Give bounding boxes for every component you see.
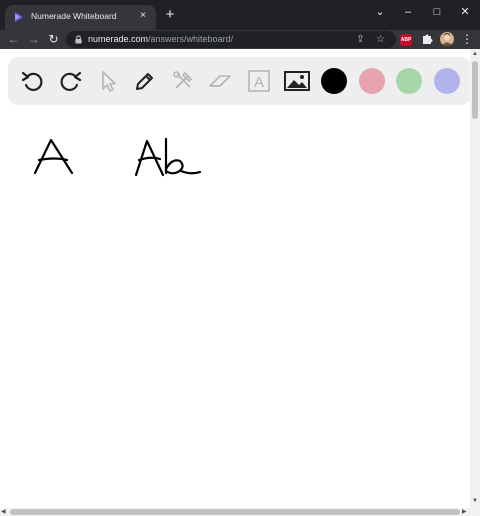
new-tab-button[interactable]: + xyxy=(162,7,178,24)
redo-button[interactable] xyxy=(56,67,84,95)
text-tool-button[interactable]: A xyxy=(245,67,273,95)
tab-title: Numerade Whiteboard xyxy=(31,11,117,21)
whiteboard-page: A xyxy=(0,49,471,508)
vertical-scroll-thumb[interactable] xyxy=(472,61,478,119)
browser-tab-strip: Numerade Whiteboard × + ⌄ – □ ✕ xyxy=(0,0,480,30)
pen-tool-button[interactable] xyxy=(131,67,159,95)
pen-icon xyxy=(136,73,153,90)
eraser-tool-button[interactable] xyxy=(206,67,234,95)
lock-icon xyxy=(75,35,82,44)
share-icon[interactable]: ⇪ xyxy=(354,33,367,46)
adblock-extension-icon[interactable]: ABP xyxy=(400,34,412,46)
scroll-left-icon[interactable]: ◀ xyxy=(1,508,6,516)
minimize-button[interactable]: – xyxy=(397,3,419,21)
text-tool-glyph: A xyxy=(254,74,264,91)
forward-icon[interactable]: → xyxy=(26,32,41,47)
scroll-right-icon[interactable]: ▶ xyxy=(462,508,467,516)
vertical-scrollbar[interactable]: ▲ ▼ xyxy=(470,49,480,508)
profile-avatar[interactable] xyxy=(440,32,454,46)
close-window-button[interactable]: ✕ xyxy=(454,3,476,21)
select-tool-button[interactable] xyxy=(94,67,122,95)
color-swatch-pink[interactable] xyxy=(359,68,385,94)
handwritten-ab xyxy=(134,137,202,177)
scroll-up-icon[interactable]: ▲ xyxy=(472,50,478,58)
browser-tab[interactable]: Numerade Whiteboard × xyxy=(5,5,156,30)
drawing-canvas[interactable] xyxy=(0,111,470,508)
numerade-logo-icon xyxy=(15,12,23,22)
select-cursor-icon xyxy=(102,71,116,92)
url-text: numerade.com/answers/whiteboard/ xyxy=(88,34,233,44)
browser-menu-icon[interactable]: ⋮ xyxy=(461,32,473,46)
color-swatch-black[interactable] xyxy=(321,68,347,94)
color-swatch-green[interactable] xyxy=(396,68,422,94)
url-host: numerade.com xyxy=(88,34,149,44)
bookmark-star-icon[interactable]: ☆ xyxy=(374,33,387,46)
undo-button[interactable] xyxy=(19,67,47,95)
image-tool-button[interactable] xyxy=(283,67,311,95)
tab-close-icon[interactable]: × xyxy=(136,9,150,23)
reload-icon[interactable]: ↻ xyxy=(46,32,61,47)
color-swatch-lavender[interactable] xyxy=(434,68,460,94)
tools-button[interactable] xyxy=(169,67,197,95)
back-icon[interactable]: ← xyxy=(6,32,21,47)
text-tool-icon: A xyxy=(248,70,270,92)
maximize-button[interactable]: □ xyxy=(426,3,448,21)
address-bar[interactable]: numerade.com/answers/whiteboard/ ⇪ ☆ xyxy=(66,31,396,48)
scroll-down-icon[interactable]: ▼ xyxy=(472,497,478,505)
eraser-icon xyxy=(209,75,231,87)
tools-icon xyxy=(173,71,193,89)
handwritten-a xyxy=(33,138,74,175)
extensions-puzzle-icon[interactable] xyxy=(420,32,434,46)
redo-icon xyxy=(60,71,82,92)
undo-icon xyxy=(21,71,43,92)
horizontal-scrollbar[interactable]: ◀ ▶ xyxy=(0,508,480,516)
url-path: /answers/whiteboard/ xyxy=(148,34,234,44)
horizontal-scroll-thumb[interactable] xyxy=(10,509,460,515)
image-icon xyxy=(284,71,310,91)
profile-picture-icon xyxy=(441,33,453,46)
tab-search-icon[interactable]: ⌄ xyxy=(369,3,391,21)
whiteboard-toolbar: A xyxy=(8,57,471,105)
